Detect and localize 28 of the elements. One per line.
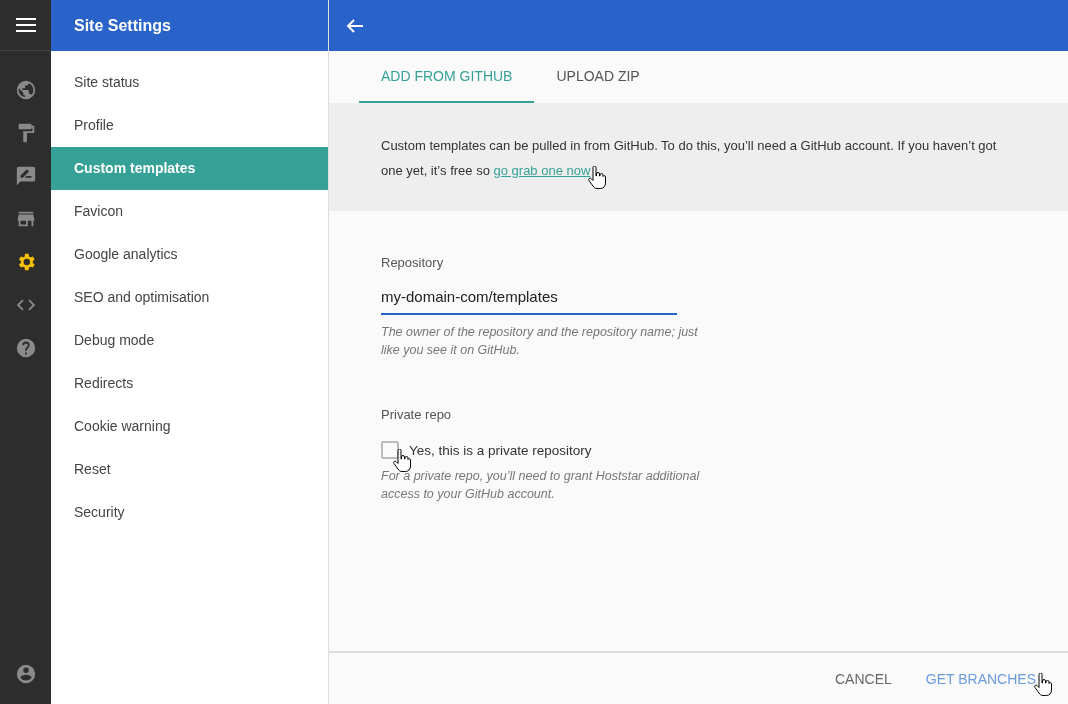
hint-text: The owner of the repository and the repository name; just like you see it on GitHub. (381, 324, 699, 359)
help-icon[interactable] (14, 337, 37, 359)
repository-input[interactable]: my-domain-com/templates (381, 284, 677, 315)
sidebar-title: Site Settings (74, 16, 171, 35)
field-label: Repository (381, 255, 445, 270)
cancel-button[interactable]: CANCEL (821, 662, 906, 695)
sidebar-item[interactable]: SEO and optimisation (51, 276, 328, 319)
field-label: Private repo (381, 407, 453, 422)
sidebar-item[interactable]: Debug mode (51, 319, 328, 362)
tab[interactable]: UPLOAD ZIP (534, 51, 662, 103)
pointer-cursor-icon (1034, 672, 1052, 697)
feedback-icon[interactable] (14, 165, 37, 187)
menu-icon[interactable] (15, 17, 36, 33)
sidebar-item[interactable]: Site status (51, 61, 328, 104)
info-text: Custom templates can be pulled in from GitHub. To do this, you’ll need a GitHub account. If you haven’t got one yet, it’s free so go grab one now (381, 133, 1016, 183)
sidebar-item[interactable]: Security (51, 491, 328, 534)
sidebar-item[interactable]: Profile (51, 104, 328, 147)
pointer-cursor-icon (393, 449, 411, 473)
sidebar-item[interactable]: Redirects (51, 362, 328, 405)
back-arrow-icon[interactable] (346, 17, 364, 34)
sidebar-item[interactable]: Favicon (51, 190, 328, 233)
hint-text: For a private repo, you’ll need to grant Hoststar additional access to your GitHub account. (381, 468, 701, 503)
globe-icon[interactable] (14, 79, 37, 101)
account-icon[interactable] (14, 663, 37, 685)
sidebar-item[interactable]: Google analytics (51, 233, 328, 276)
checkbox-label[interactable]: Yes, this is a private repository (409, 442, 592, 458)
sidebar-item[interactable]: Cookie warning (51, 405, 328, 448)
sidebar-item[interactable]: Reset (51, 448, 328, 491)
